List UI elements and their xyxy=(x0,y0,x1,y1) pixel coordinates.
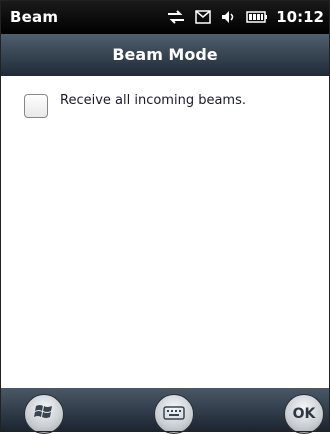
receive-beams-option[interactable]: Receive all incoming beams. xyxy=(24,93,246,118)
app-title: Beam xyxy=(10,8,59,26)
battery-icon[interactable] xyxy=(246,10,268,24)
page-title: Beam Mode xyxy=(0,34,330,76)
content-area: Receive all incoming beams. xyxy=(0,76,330,388)
windows-flag-icon xyxy=(33,401,55,427)
clock[interactable]: 10:12 xyxy=(276,8,324,26)
start-button[interactable] xyxy=(24,394,64,434)
volume-icon[interactable] xyxy=(220,9,238,25)
status-icons: 10:12 xyxy=(166,6,324,28)
receive-beams-checkbox[interactable] xyxy=(24,94,48,118)
keyboard-icon xyxy=(163,405,185,424)
notification-icon[interactable] xyxy=(194,9,212,25)
status-bar: Beam 10:12 xyxy=(0,0,330,34)
softkey-bar: OK xyxy=(0,388,330,434)
connectivity-icon[interactable] xyxy=(166,9,186,25)
receive-beams-label[interactable]: Receive all incoming beams. xyxy=(60,93,246,108)
keyboard-button[interactable] xyxy=(154,394,194,434)
ok-button[interactable]: OK xyxy=(284,394,324,434)
